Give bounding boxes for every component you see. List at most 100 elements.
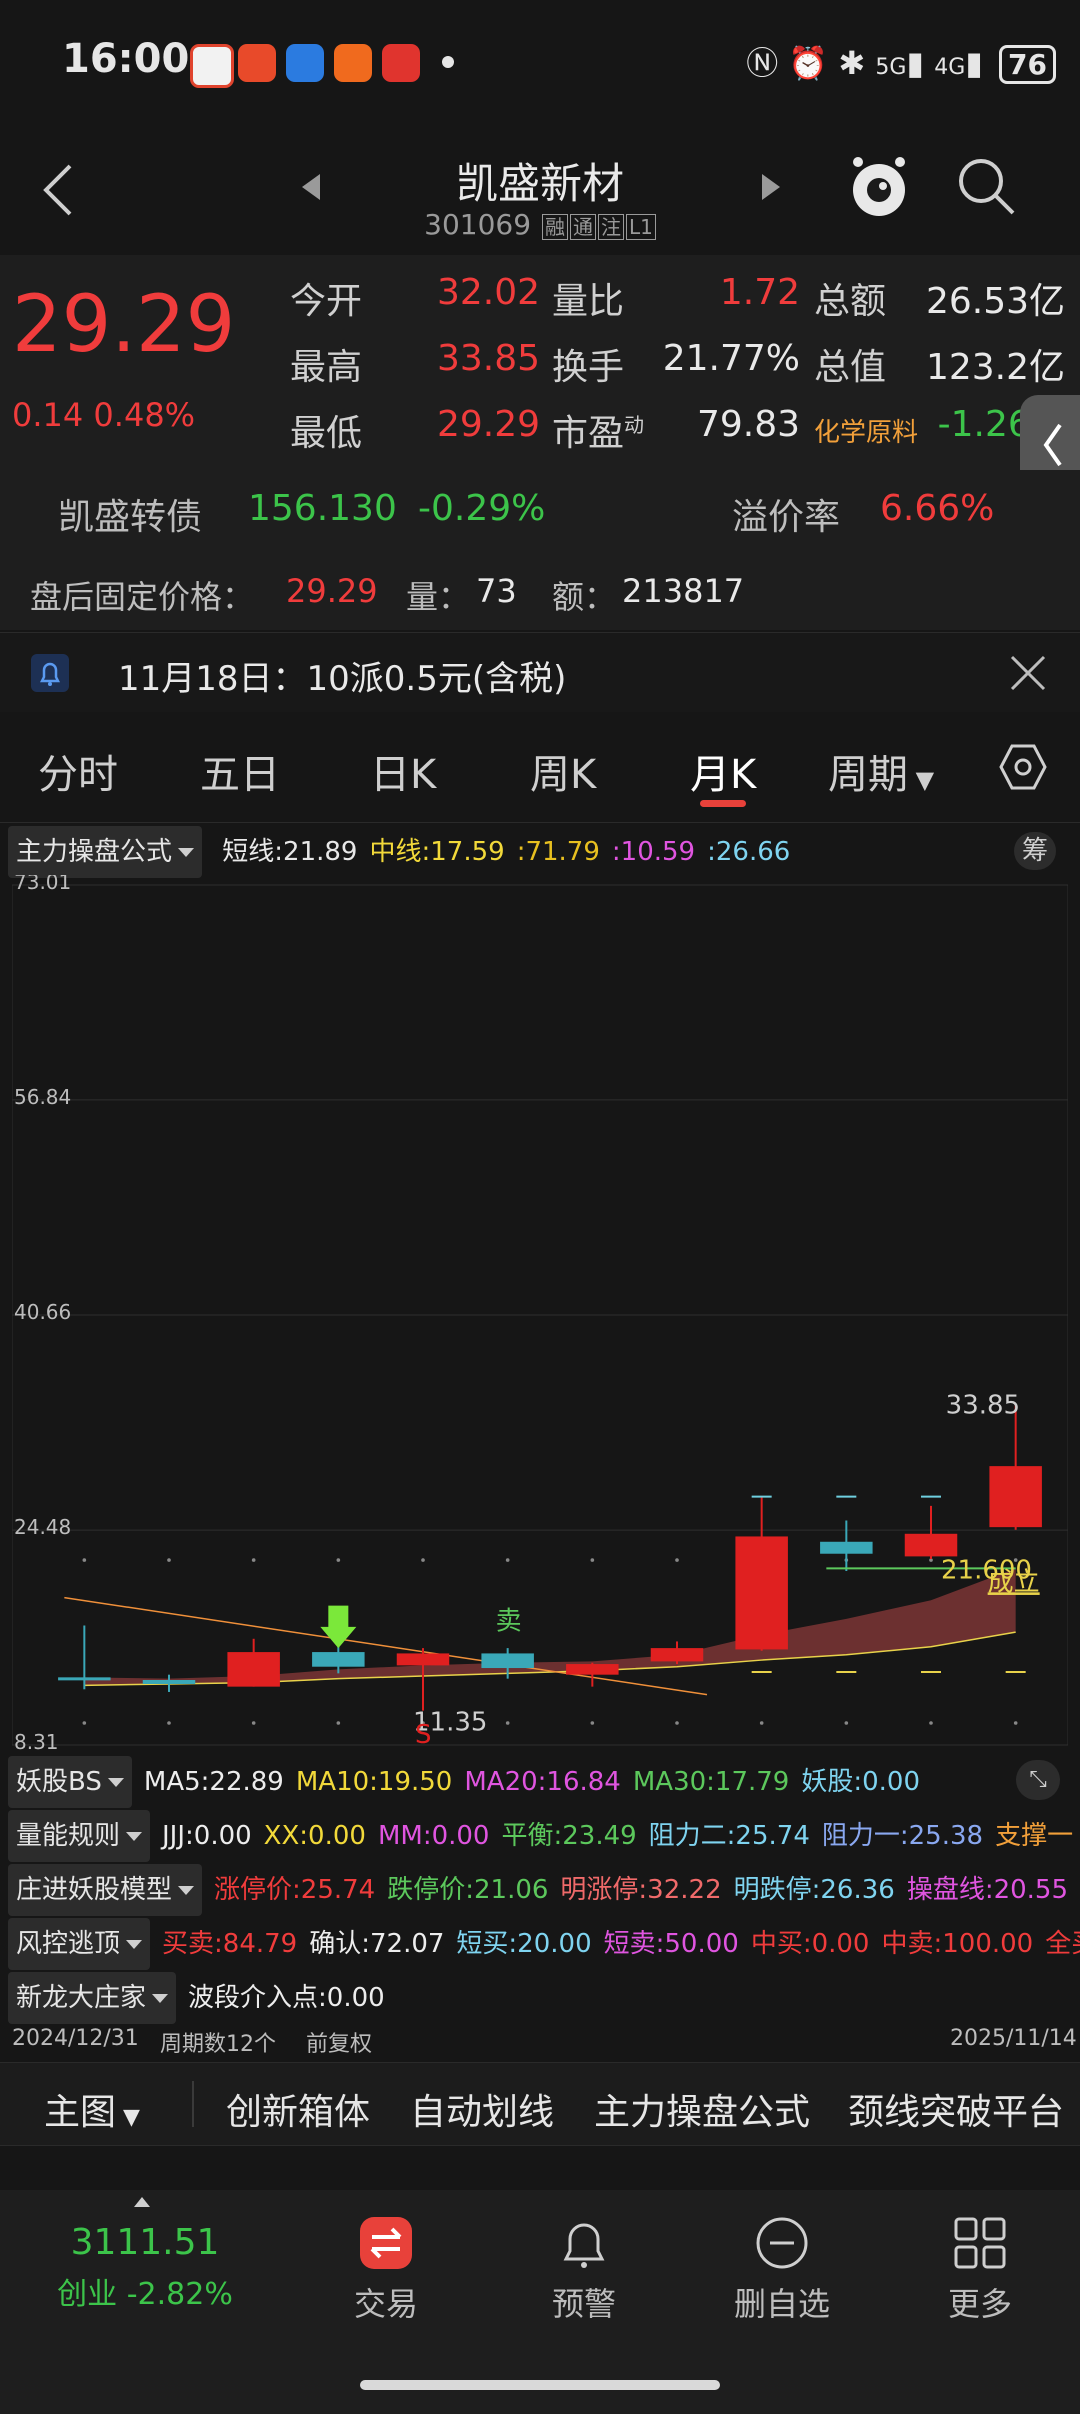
label-pe-text: 市盈 — [552, 413, 625, 454]
expand-chart-button[interactable]: ⤡ — [1016, 1760, 1060, 1800]
formula-row: 主力操盘公式 短线:21.89 中线:17.59:71.79:10.59:26.6… — [0, 826, 1080, 878]
tab-period-label: 周期 — [828, 752, 908, 798]
marker-dot — [82, 1558, 87, 1562]
marker-dot — [421, 1558, 425, 1562]
indicator-selector[interactable]: 庄进妖股模型 — [8, 1864, 203, 1916]
index-up-arrow-icon — [134, 2197, 150, 2207]
tab-intraday[interactable]: 分时 — [38, 742, 118, 800]
y-tick-label: 24.48 — [14, 1515, 71, 1539]
after-hours-amt-label: 额： — [552, 578, 617, 616]
index-widget[interactable]: 3111.51 创业 -2.82% — [40, 2222, 250, 2313]
alarm-icon: ⏰ — [788, 44, 829, 82]
marker-dot — [251, 1721, 256, 1725]
indicator-selector[interactable]: 妖股BS — [8, 1756, 132, 1808]
indicator-value: 全买 — [1045, 1929, 1080, 1959]
nav-alert[interactable]: 预警 — [484, 2215, 684, 2325]
y-tick-label: 40.66 — [14, 1300, 71, 1324]
chip-button[interactable]: 筹 — [1014, 832, 1056, 870]
value-market-cap: 123.2亿 — [925, 347, 1065, 388]
battery-indicator: 76 — [999, 45, 1056, 84]
value-turnover-rate: 21.77% — [662, 338, 800, 379]
kline-chart[interactable]: 73.01 56.84 40.66 24.48 8.31 33.85 11.35 卖 S 21.6… — [11, 870, 1069, 1755]
indicator-selector[interactable]: 量能规则 — [8, 1810, 151, 1862]
index-label: 创业 -2.82% — [57, 2277, 233, 2312]
stock-name: 凯盛新材 — [455, 159, 624, 208]
tab-daily-k[interactable]: 日K — [370, 742, 436, 800]
cb-change: -0.29% — [418, 488, 546, 529]
tag-margin: 融 — [541, 214, 568, 240]
marker-dot — [675, 1558, 679, 1562]
more-notifications-dot — [442, 56, 454, 68]
label-industry[interactable]: 化学原料 — [814, 412, 918, 449]
formula-value-1: 中线:17.59 — [369, 837, 505, 867]
indicator-selector[interactable]: 新龙大庄家 — [8, 1972, 177, 2024]
grid-icon — [954, 2217, 1006, 2269]
high-label: 33.85 — [946, 1391, 1020, 1421]
label-high: 最高 — [290, 347, 363, 388]
candle-body — [58, 1677, 111, 1681]
cb-price: 156.130 — [248, 488, 397, 529]
dropdown-caret-icon: ▼ — [908, 766, 935, 794]
candle-body — [735, 1536, 788, 1650]
formula-value-4: :26.66 — [707, 837, 791, 867]
candle-body — [989, 1466, 1042, 1528]
app-icon-1 — [190, 44, 234, 88]
after-hours-row: 盘后固定价格： 29.29 量： 73 额： 213817 — [0, 550, 1080, 630]
formula-value-2: :71.79 — [516, 837, 600, 867]
tag-connect: 通 — [569, 214, 596, 240]
label-market-cap: 总值 — [814, 347, 887, 388]
marker-dot — [505, 1558, 510, 1562]
tab-period[interactable]: 周期 ▼ — [828, 742, 934, 800]
candle-body — [312, 1652, 365, 1667]
app-icon-4 — [334, 44, 372, 82]
marker-dot — [675, 1721, 679, 1725]
search-button[interactable] — [955, 155, 1017, 221]
label-turnover-rate: 换手 — [552, 347, 625, 388]
candle-body — [904, 1533, 958, 1557]
indicator-selector[interactable]: 风控逃顶 — [8, 1918, 151, 1970]
settings-hexagon-icon[interactable] — [998, 742, 1048, 792]
tab-five-day[interactable]: 五日 — [200, 742, 280, 800]
cb-premium-value: 6.66% — [880, 488, 995, 529]
mascot-button[interactable] — [848, 152, 910, 226]
active-tab-indicator — [700, 800, 746, 807]
triangle-right-icon — [762, 174, 780, 200]
nav-more[interactable]: 更多 — [880, 2215, 1080, 2325]
app-icon-2 — [238, 44, 276, 82]
indicator-value: MM:0.00 — [377, 1821, 490, 1851]
nav-trade[interactable]: 交易 — [286, 2215, 486, 2325]
label-pe-sup: 动 — [624, 413, 645, 437]
after-hours-price: 29.29 — [286, 572, 378, 610]
indicator-value: 波段介入点:0.00 — [188, 1983, 385, 2013]
tab-monthly-k[interactable]: 月K — [690, 742, 756, 800]
indicator-value: 短买:20.00 — [456, 1929, 592, 1959]
marker-dot — [336, 1558, 341, 1562]
line-tag: 成立 — [988, 1567, 1040, 1597]
convertible-bond-row[interactable]: 凯盛转债 156.130 -0.29% 溢价率 6.66% — [0, 470, 1080, 551]
main-tab-neckline[interactable]: 颈线突破平台 — [848, 2083, 1064, 2135]
signal-bars-icon: ▮ — [906, 44, 925, 82]
main-chart-selector[interactable]: 主图 ▼ — [44, 2083, 140, 2135]
main-tab-formula[interactable]: 主力操盘公式 — [594, 2083, 810, 2135]
trade-icon — [360, 2217, 412, 2269]
range-row: 2024/12/31 周期数12个 前复权 2025/11/14 — [0, 2018, 1080, 2058]
indicator-value: 阻力一:25.38 — [821, 1821, 984, 1851]
cb-premium-label: 溢价率 — [732, 497, 841, 538]
main-tab-box[interactable]: 创新箱体 — [226, 2083, 370, 2135]
tab-weekly-k[interactable]: 周K — [530, 742, 596, 800]
range-start: 2024/12/31 — [12, 2026, 139, 2051]
main-tab-autoline[interactable]: 自动划线 — [410, 2083, 554, 2135]
nav-remove-watchlist[interactable]: 删自选 — [682, 2215, 882, 2325]
bell-notice-icon — [31, 654, 69, 692]
candle-body — [650, 1648, 704, 1662]
close-icon[interactable] — [1008, 653, 1048, 693]
buy-arrow-icon — [320, 1605, 357, 1649]
next-stock-button[interactable] — [760, 172, 782, 206]
indicator-value: 操盘线:20.55 — [906, 1875, 1069, 1905]
value-volume-ratio: 1.72 — [719, 272, 800, 313]
notice-banner[interactable]: 11月18日：10派0.5元(含税) — [0, 632, 1080, 714]
formula-selector[interactable]: 主力操盘公式 — [8, 826, 203, 878]
search-icon — [959, 159, 1015, 215]
value-open: 32.02 — [436, 272, 540, 313]
mascot-icon — [853, 157, 905, 216]
